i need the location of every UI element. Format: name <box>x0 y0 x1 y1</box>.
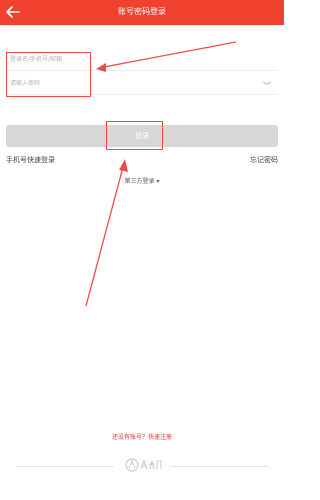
forgot-password-link[interactable]: 忘记密码 <box>250 155 278 165</box>
eye-closed-icon[interactable] <box>262 81 272 85</box>
register-link[interactable]: 还没有账号？快速注册 <box>0 432 284 441</box>
header-bar: 账号密码登录 <box>0 0 284 25</box>
annotation-box-login <box>106 121 163 150</box>
third-party-login-toggle[interactable]: 第三方登录 ▾ <box>0 176 284 185</box>
annotation-box-inputs <box>6 52 91 97</box>
footer-divider-right <box>170 466 268 467</box>
annotation-arrow-login <box>85 166 124 307</box>
footer-divider-left <box>16 466 114 467</box>
page-title: 账号密码登录 <box>118 7 166 16</box>
annotation-arrowhead-login <box>119 159 128 172</box>
sms-login-link[interactable]: 手机号快速登录 <box>6 155 55 165</box>
people-daily-logo <box>125 458 162 472</box>
